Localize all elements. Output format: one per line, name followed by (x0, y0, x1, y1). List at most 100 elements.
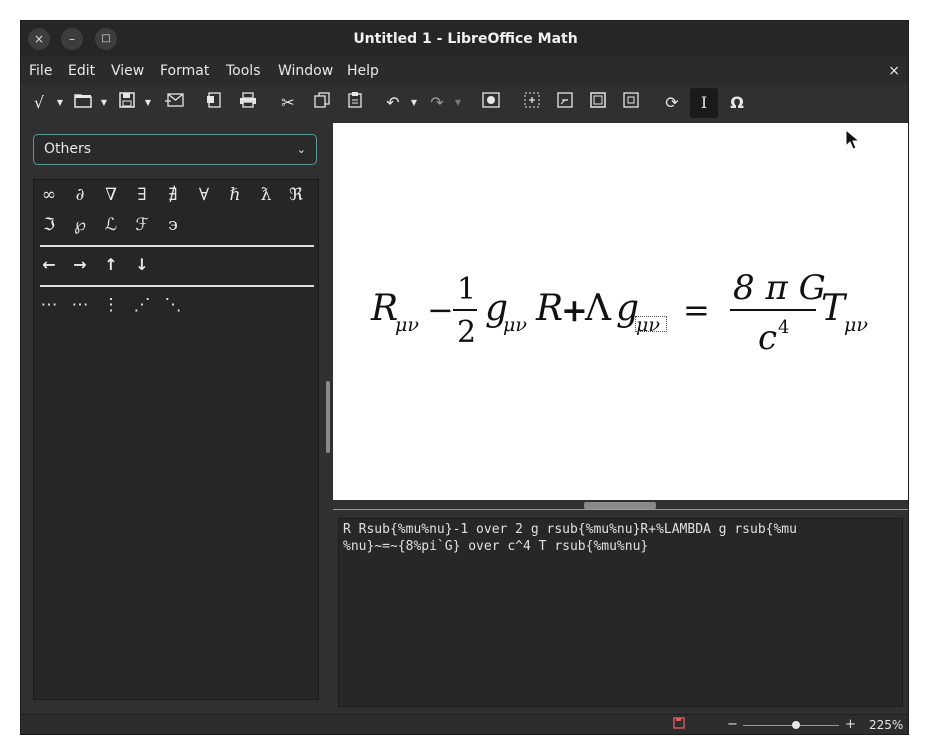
up-arrow-symbol[interactable]: ↑ (97, 251, 125, 279)
show-all-icon[interactable] (584, 88, 612, 118)
symbols-icon[interactable]: Ω (723, 88, 751, 118)
cut-icon[interactable]: ✂ (274, 88, 302, 118)
zoom-out-icon[interactable] (551, 88, 579, 118)
zoom-in-icon[interactable] (518, 88, 546, 118)
zoom-100-icon[interactable] (477, 88, 505, 118)
mouse-pointer-icon (845, 129, 861, 150)
laplace-symbol[interactable]: ℒ (97, 211, 125, 239)
editor-line: R Rsub{%mu%nu}-1 over 2 g rsub{%mu%nu}R+… (343, 522, 797, 537)
dots-axis-symbol[interactable]: ⋯ (35, 291, 63, 319)
menu-help[interactable]: Help (347, 57, 379, 85)
fraction-bar (730, 309, 816, 311)
chevron-down-icon[interactable]: ▼ (409, 88, 419, 118)
undo-icon[interactable]: ↶ (379, 88, 407, 118)
real-part-symbol[interactable]: ℜ (282, 181, 310, 209)
print-icon[interactable] (234, 88, 262, 118)
formula-c: c (758, 318, 778, 358)
hbar-symbol[interactable]: ℏ (221, 181, 249, 209)
panel-splitter-handle[interactable] (326, 381, 330, 453)
document-modified-icon[interactable] (673, 717, 685, 732)
formula-equals: = (683, 291, 710, 329)
formula-cursor-toggle-icon[interactable]: I (690, 88, 718, 118)
dots-low-symbol[interactable]: ⋯ (66, 291, 94, 319)
standard-toolbar: √ ▼ ▼ ▼ ✂ ↶ ▼ ↷ ▼ ⟳ I Ω (21, 85, 908, 121)
right-arrow-symbol[interactable]: → (66, 251, 94, 279)
formula-lambda: Λ (585, 288, 611, 329)
libreoffice-math-window: × – □ Untitled 1 - LibreOffice Math File… (20, 20, 909, 735)
element-category-label: Others (44, 141, 92, 157)
zoom-level-label[interactable]: 225% (869, 718, 903, 732)
fraction-bar (453, 309, 477, 311)
separator (40, 285, 314, 287)
formula-T: T (821, 288, 846, 329)
zoom-slider-handle[interactable] (791, 721, 800, 729)
save-icon[interactable] (113, 88, 141, 118)
partial-symbol[interactable]: ∂ (66, 181, 94, 209)
backwards-epsilon-symbol[interactable]: ϶ (159, 211, 187, 239)
separator (40, 245, 314, 247)
formula-cursor-icon[interactable]: √ (25, 88, 53, 118)
menu-format[interactable]: Format (160, 57, 209, 85)
close-document-button[interactable]: × (888, 57, 900, 85)
menu-view[interactable]: View (111, 57, 144, 85)
zoom-in-button[interactable]: + (845, 717, 856, 732)
elements-panel: Others ⌄ ∞ ∂ ∇ ∃ ∄ ∀ ℏ ƛ ℜ ℑ ℘ ℒ ℱ ϶ ← →… (21, 121, 327, 714)
nabla-symbol[interactable]: ∇ (97, 181, 125, 209)
formula-R: R (536, 288, 564, 329)
element-category-dropdown[interactable]: Others ⌄ (33, 134, 317, 165)
lambda-bar-symbol[interactable]: ƛ (252, 181, 280, 209)
elements-list: ∞ ∂ ∇ ∃ ∄ ∀ ℏ ƛ ℜ ℑ ℘ ℒ ℱ ϶ ← → ↑ ↓ ⋯ ⋯ … (33, 179, 319, 700)
open-icon[interactable] (69, 88, 97, 118)
shrink-icon[interactable] (617, 88, 645, 118)
zoom-out-button[interactable]: − (727, 717, 738, 732)
dots-down-symbol[interactable]: ⋱ (159, 291, 187, 319)
window-title: Untitled 1 - LibreOffice Math (353, 31, 578, 47)
menu-file[interactable]: File (29, 57, 52, 85)
formula-plus: + (561, 291, 588, 329)
dots-up-symbol[interactable]: ⋰ (128, 291, 156, 319)
fourier-symbol[interactable]: ℱ (128, 211, 156, 239)
left-arrow-symbol[interactable]: ← (35, 251, 63, 279)
formula-denominator: 2 (457, 315, 477, 350)
editor-line: %nu}~=~{8%pi`G} over c^4 T rsub{%mu%nu} (343, 539, 649, 554)
formula-minus: − (427, 291, 454, 329)
formula-subscript: μν (503, 314, 527, 336)
menu-tools[interactable]: Tools (226, 57, 261, 85)
dots-vertical-symbol[interactable]: ⋮ (97, 291, 125, 319)
pane-divider (333, 509, 908, 510)
export-icon[interactable] (161, 88, 189, 118)
pane-splitter-handle[interactable] (584, 502, 656, 509)
exists-symbol[interactable]: ∃ (128, 181, 156, 209)
chevron-down-icon[interactable]: ▼ (99, 88, 109, 118)
selection-cursor-box (635, 316, 667, 332)
formula-exponent: 4 (778, 317, 790, 338)
menu-edit[interactable]: Edit (68, 57, 95, 85)
formula-command-editor[interactable]: R Rsub{%mu%nu}-1 over 2 g rsub{%mu%nu}R+… (338, 518, 903, 707)
zoom-slider-track[interactable] (743, 725, 839, 726)
weierstrass-p-symbol[interactable]: ℘ (66, 211, 94, 239)
title-bar: × – □ Untitled 1 - LibreOffice Math (21, 21, 908, 57)
status-bar: − + 225% (21, 714, 908, 734)
down-arrow-symbol[interactable]: ↓ (128, 251, 156, 279)
menu-window[interactable]: Window (278, 57, 333, 85)
formula-numerator: 8 π G (733, 268, 826, 308)
chevron-down-icon[interactable]: ▼ (55, 88, 65, 118)
menu-bar: File Edit View Format Tools Window Help … (21, 57, 908, 85)
rendered-formula: R μν − 1 2 g μν R + Λ g μν = 8 π G c 4 T… (333, 123, 908, 500)
chevron-down-icon[interactable]: ▼ (453, 88, 463, 118)
not-exists-symbol[interactable]: ∄ (159, 181, 187, 209)
copy-icon[interactable] (308, 88, 336, 118)
formula-preview[interactable]: R μν − 1 2 g μν R + Λ g μν = 8 π G c 4 T… (333, 123, 908, 500)
redo-icon[interactable]: ↷ (423, 88, 451, 118)
formula-subscript: μν (844, 314, 868, 336)
for-all-symbol[interactable]: ∀ (190, 181, 218, 209)
infinity-symbol[interactable]: ∞ (35, 181, 63, 209)
export-pdf-icon[interactable] (200, 88, 228, 118)
formula-subscript: μν (395, 314, 419, 336)
update-icon[interactable]: ⟳ (658, 88, 686, 118)
paste-icon[interactable] (341, 88, 369, 118)
formula-numerator: 1 (457, 272, 477, 307)
chevron-down-icon: ⌄ (296, 143, 306, 156)
chevron-down-icon[interactable]: ▼ (143, 88, 153, 118)
imaginary-part-symbol[interactable]: ℑ (35, 211, 63, 239)
